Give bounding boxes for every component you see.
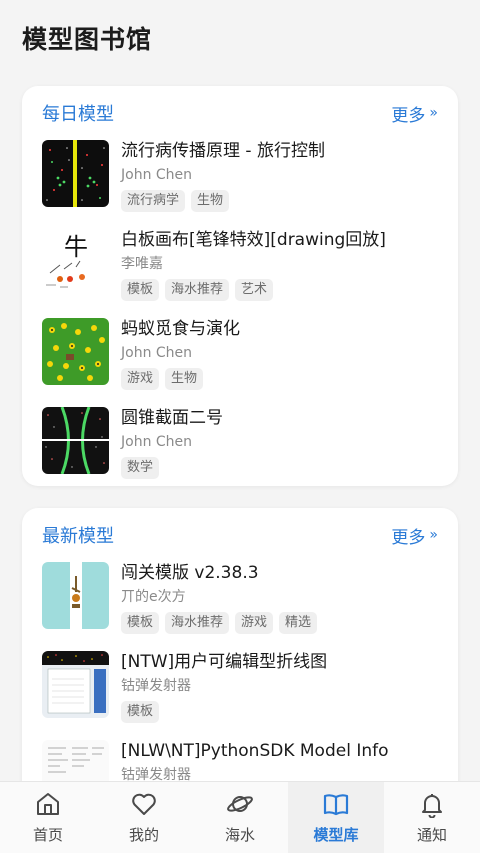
tab-label: 模型库: [313, 826, 359, 844]
more-label: 更多: [391, 527, 426, 548]
tag[interactable]: 数学: [121, 457, 160, 479]
daily-models-title: 每日模型: [42, 104, 114, 125]
model-title: 闯关模版 v2.38.3: [121, 563, 259, 583]
chevron-right-icon: »: [429, 527, 438, 543]
tab-mine[interactable]: 我的: [96, 782, 192, 853]
tab-home[interactable]: 首页: [0, 782, 96, 853]
tag[interactable]: 游戏: [121, 368, 160, 390]
model-author: 李唯嘉: [121, 256, 163, 272]
model-title: 蚂蚁觅食与演化: [121, 319, 240, 339]
model-title: [NTW]用户可编辑型折线图: [121, 652, 328, 672]
model-title: 圆锥截面二号: [121, 408, 223, 428]
model-author: John Chen: [121, 167, 193, 183]
page-title: 模型图书馆: [22, 25, 153, 54]
tag[interactable]: 模板: [121, 612, 160, 634]
whiteboard-model-thumbnail: 牛: [42, 229, 109, 296]
latest-models-card: 最新模型 更多 » 闯关模版 v2.38.3 丌的e次方 模板 海水推荐 游戏 …: [22, 508, 458, 828]
model-author: John Chen: [121, 345, 193, 361]
tag[interactable]: 精选: [279, 612, 318, 634]
tab-label: 海水: [224, 826, 255, 844]
tag[interactable]: 艺术: [235, 279, 274, 301]
latest-models-header: 最新模型 更多 »: [22, 508, 458, 562]
tab-model-library[interactable]: 模型库: [288, 782, 384, 853]
line-chart-template-thumbnail: [42, 651, 109, 718]
tab-label: 我的: [128, 826, 159, 844]
list-item[interactable]: 流行病传播原理 - 旅行控制 John Chen 流行病学 生物: [22, 140, 458, 229]
tag[interactable]: 游戏: [235, 612, 274, 634]
tab-label: 通知: [416, 826, 447, 844]
list-item[interactable]: 圆锥截面二号 John Chen 数学: [22, 407, 458, 496]
home-icon: [37, 793, 59, 815]
daily-models-header: 每日模型 更多 »: [22, 86, 458, 140]
latest-models-title: 最新模型: [42, 526, 114, 547]
epidemic-model-thumbnail: [42, 140, 109, 207]
heart-icon: [132, 793, 156, 815]
chevron-right-icon: »: [429, 105, 438, 121]
tab-label: 首页: [32, 826, 63, 844]
model-title: 流行病传播原理 - 旅行控制: [121, 141, 325, 161]
model-author: 丌的e次方: [121, 589, 186, 605]
bottom-tab-bar: 首页 我的 海水 模型库 通知: [0, 781, 480, 853]
tag[interactable]: 海水推荐: [165, 612, 230, 634]
level-template-thumbnail: [42, 562, 109, 629]
list-item[interactable]: 牛 白板画布[笔锋特效][drawing回放] 李唯嘉 模板 海水推荐 艺术: [22, 229, 458, 318]
bell-icon: [422, 794, 442, 818]
tag[interactable]: 生物: [191, 190, 230, 212]
tab-notifications[interactable]: 通知: [384, 782, 480, 853]
daily-more-link[interactable]: 更多 »: [391, 101, 438, 126]
conic-section-thumbnail: [42, 407, 109, 474]
list-item[interactable]: 蚂蚁觅食与演化 John Chen 游戏 生物: [22, 318, 458, 407]
model-title: [NLW\NT]PythonSDK Model Info: [121, 741, 389, 761]
list-item[interactable]: [NTW]用户可编辑型折线图 钴弹发射器 模板: [22, 651, 458, 740]
daily-models-card: 每日模型 更多 » 流行病传播原理 - 旅行控制 John Chen 流行病学: [22, 86, 458, 486]
model-title: 白板画布[笔锋特效][drawing回放]: [121, 230, 386, 250]
tag[interactable]: 模板: [121, 701, 160, 723]
model-author: 钴弹发射器: [121, 678, 191, 694]
whiteboard-glyph: 牛: [64, 233, 88, 261]
book-icon: [323, 794, 349, 816]
tag[interactable]: 生物: [165, 368, 204, 390]
latest-more-link[interactable]: 更多 »: [391, 523, 438, 548]
ant-foraging-thumbnail: [42, 318, 109, 385]
tab-ocean[interactable]: 海水: [192, 782, 288, 853]
list-item[interactable]: 闯关模版 v2.38.3 丌的e次方 模板 海水推荐 游戏 精选: [22, 562, 458, 651]
planet-icon: [227, 796, 253, 812]
more-label: 更多: [391, 105, 426, 126]
model-author: John Chen: [121, 434, 193, 450]
tag[interactable]: 海水推荐: [165, 279, 230, 301]
tag[interactable]: 流行病学: [121, 190, 186, 212]
tag[interactable]: 模板: [121, 279, 160, 301]
